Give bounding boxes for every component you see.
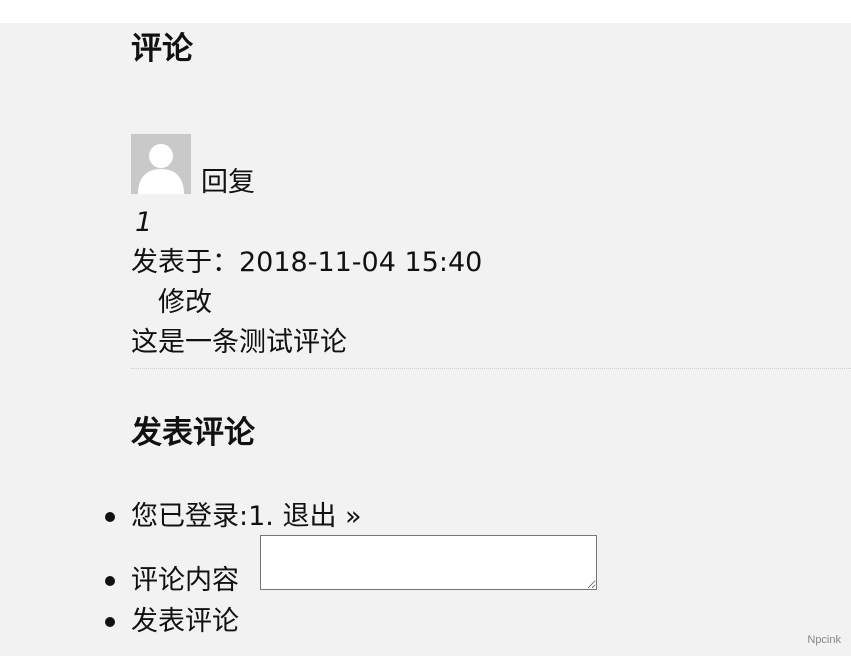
reply-link[interactable]: 回复 xyxy=(201,165,255,201)
logged-in-text: 您已登录:1. xyxy=(131,501,274,532)
submit-comment-button[interactable]: 发表评论 xyxy=(131,604,239,640)
logout-link[interactable]: 退出 » xyxy=(282,501,361,532)
default-user-avatar-icon xyxy=(131,134,191,194)
comments-title: 评论 xyxy=(131,31,193,67)
comment-content-label: 评论内容 xyxy=(131,565,239,596)
comment-textarea[interactable] xyxy=(260,535,597,590)
page-content: 评论 回复 1 发表于：2018-11-04 15:40 修改 这是一条测试评论… xyxy=(0,23,851,656)
list-bullet xyxy=(105,617,115,627)
comment-author: 1 xyxy=(135,207,153,238)
comment-divider xyxy=(131,368,851,369)
logged-in-status: 您已登录:1. 退出 » xyxy=(131,499,362,535)
top-bar xyxy=(0,0,851,23)
comment-text: 这是一条测试评论 xyxy=(131,327,347,358)
list-bullet xyxy=(105,576,115,586)
watermark-text: Npcink xyxy=(807,634,841,646)
comment-date: 发表于：2018-11-04 15:40 xyxy=(131,247,483,278)
list-bullet xyxy=(105,512,115,522)
edit-comment-link[interactable]: 修改 xyxy=(158,285,212,321)
respond-title: 发表评论 xyxy=(131,415,255,451)
